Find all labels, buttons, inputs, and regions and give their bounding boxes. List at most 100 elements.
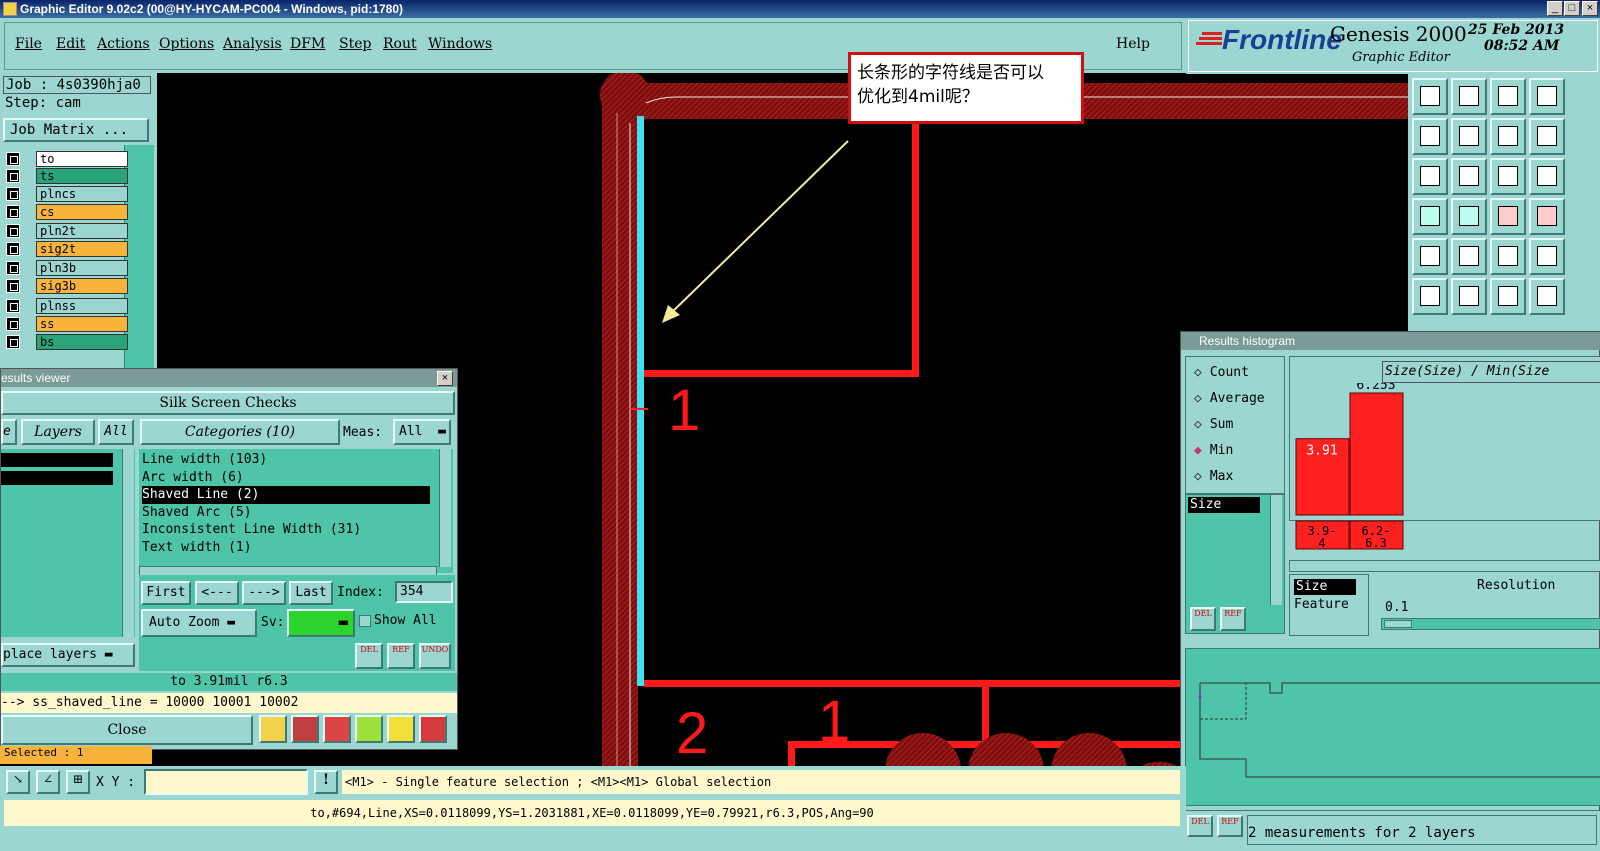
categories-button[interactable]: Categories (10) bbox=[140, 419, 340, 445]
categories-scrollbar[interactable] bbox=[439, 449, 451, 567]
maximize-button[interactable]: □ bbox=[1564, 1, 1580, 16]
hist-del-button[interactable]: DEL bbox=[1190, 607, 1216, 631]
resolution-slider[interactable] bbox=[1381, 618, 1600, 630]
toolbar-tool-icon[interactable] bbox=[1490, 198, 1526, 235]
hist-ref-button[interactable]: REF bbox=[1220, 607, 1246, 631]
auto-zoom-label: Auto Zoom bbox=[149, 615, 220, 630]
aggregate-option-sum[interactable]: Sum bbox=[1194, 415, 1284, 435]
aggregate-option-count[interactable]: Count bbox=[1194, 363, 1284, 383]
toolbar-tool-icon[interactable] bbox=[1490, 118, 1526, 155]
check-name-header: Silk Screen Checks bbox=[1, 391, 455, 415]
layer-results-list[interactable] bbox=[1, 449, 135, 637]
index-input[interactable]: 354 bbox=[395, 581, 453, 603]
report-icon[interactable] bbox=[259, 715, 287, 743]
category-item[interactable]: Arc width (6) bbox=[142, 469, 430, 487]
menu-actions[interactable]: Actions bbox=[97, 36, 150, 52]
category-item[interactable]: Shaved Arc (5) bbox=[142, 504, 430, 522]
toolbar-tool-icon[interactable] bbox=[1451, 78, 1487, 115]
menu-file[interactable]: File bbox=[15, 36, 42, 52]
category-item[interactable]: Shaved Line (2) bbox=[142, 486, 430, 504]
menu-edit[interactable]: Edit bbox=[56, 36, 85, 52]
aggregate-option-max[interactable]: Max bbox=[1194, 467, 1284, 487]
category-item[interactable]: Text width (1) bbox=[142, 539, 430, 557]
menu-options[interactable]: Options bbox=[159, 36, 214, 52]
tab-e[interactable]: e bbox=[1, 419, 17, 445]
measure-icon[interactable]: ∠ bbox=[36, 770, 60, 794]
toolbar-tool-icon[interactable] bbox=[1412, 158, 1448, 195]
toolbar-tool-icon[interactable] bbox=[1412, 278, 1448, 315]
menu-rout[interactable]: Rout bbox=[383, 36, 417, 52]
menu-analysis[interactable]: Analysis bbox=[223, 36, 282, 52]
toolbar-tool-icon[interactable] bbox=[1529, 198, 1565, 235]
next-button[interactable]: ---> bbox=[242, 581, 286, 605]
measure-list[interactable]: Size DEL REF bbox=[1185, 494, 1285, 634]
aggregate-option-min[interactable]: Min bbox=[1194, 441, 1284, 461]
tab-layers[interactable]: Layers bbox=[21, 419, 95, 445]
highlight-icon[interactable] bbox=[291, 715, 319, 743]
results-viewer-close-icon[interactable]: × bbox=[437, 371, 453, 386]
undo-button[interactable]: UNDO bbox=[419, 643, 451, 669]
notes-icon[interactable] bbox=[387, 715, 415, 743]
alert-icon[interactable]: ! bbox=[314, 770, 338, 794]
prev-button[interactable]: <--- bbox=[195, 581, 239, 605]
toolbar-tool-icon[interactable] bbox=[1490, 158, 1526, 195]
hint-line: <M1> - Single feature selection ; <M1><M… bbox=[342, 770, 1180, 794]
toolbar-tool-icon[interactable] bbox=[1529, 238, 1565, 275]
toolbar-tool-icon[interactable] bbox=[1490, 238, 1526, 275]
del-button[interactable]: DEL bbox=[355, 643, 383, 669]
last-button[interactable]: Last bbox=[289, 581, 333, 605]
toolbar-tool-icon[interactable] bbox=[1412, 238, 1448, 275]
first-button[interactable]: First bbox=[141, 581, 191, 605]
toolbar-tool-icon[interactable] bbox=[1490, 78, 1526, 115]
toolbar-tool-icon[interactable] bbox=[1529, 118, 1565, 155]
footer-del-button[interactable]: DEL bbox=[1187, 815, 1213, 837]
selected-silk-line[interactable] bbox=[637, 116, 644, 686]
toolbar-tool-icon[interactable] bbox=[1490, 278, 1526, 315]
toolbar-tool-icon[interactable] bbox=[1451, 278, 1487, 315]
menu-step[interactable]: Step bbox=[339, 36, 371, 52]
menu-help[interactable]: Help bbox=[1116, 36, 1150, 52]
toolbar-tool-icon[interactable] bbox=[1412, 78, 1448, 115]
replace-layers-dropdown[interactable]: place layers ▬ bbox=[1, 643, 135, 667]
tab-all[interactable]: All bbox=[98, 419, 134, 445]
show-all-checkbox[interactable] bbox=[359, 615, 371, 627]
grid-snap-icon[interactable]: ⊞ bbox=[66, 770, 90, 794]
compare-icon[interactable] bbox=[355, 715, 383, 743]
toolbar-tool-icon[interactable] bbox=[1529, 78, 1565, 115]
categories-list[interactable]: Line width (103) Arc width (6) Shaved Line… bbox=[139, 449, 453, 573]
snap-icon[interactable]: ↘ bbox=[6, 770, 30, 794]
severity-dropdown[interactable]: ▬ bbox=[287, 609, 355, 637]
meas-dropdown[interactable]: All ▬ bbox=[393, 419, 451, 445]
auto-zoom-dropdown[interactable]: Auto Zoom ▬ bbox=[141, 609, 257, 637]
histogram-hscrollbar[interactable] bbox=[1289, 560, 1600, 572]
category-item[interactable]: Inconsistent Line Width (31) bbox=[142, 521, 430, 539]
menu-dfm[interactable]: DFM bbox=[290, 36, 325, 52]
right-toolbar bbox=[1408, 74, 1600, 332]
measure-list-scrollbar[interactable] bbox=[1270, 495, 1282, 605]
footer-ref-button[interactable]: REF bbox=[1217, 815, 1243, 837]
toolbar-tool-icon[interactable] bbox=[1451, 158, 1487, 195]
histogram-bar[interactable] bbox=[1349, 392, 1404, 516]
toolbar-tool-icon[interactable] bbox=[1412, 118, 1448, 155]
resolution-list[interactable]: Size Feature bbox=[1289, 574, 1369, 636]
toolbar-tool-icon[interactable] bbox=[1451, 198, 1487, 235]
toolbar-tool-icon[interactable] bbox=[1412, 198, 1448, 235]
aggregate-option-average[interactable]: Average bbox=[1194, 389, 1284, 409]
histogram-icon[interactable] bbox=[419, 715, 447, 743]
no-ref-icon[interactable] bbox=[323, 715, 351, 743]
left-list-scrollbar[interactable] bbox=[122, 449, 134, 637]
close-button[interactable]: Close bbox=[1, 715, 253, 745]
toolbar-tool-icon[interactable] bbox=[1451, 238, 1487, 275]
ref-button[interactable]: REF bbox=[387, 643, 415, 669]
res-item-feature[interactable]: Feature bbox=[1294, 597, 1364, 612]
category-item[interactable]: Line width (103) bbox=[142, 451, 430, 469]
toolbar-tool-icon[interactable] bbox=[1451, 118, 1487, 155]
res-item-size[interactable]: Size bbox=[1294, 579, 1356, 595]
xy-input[interactable] bbox=[144, 769, 308, 795]
toolbar-tool-icon[interactable] bbox=[1529, 158, 1565, 195]
measure-list-item[interactable]: Size bbox=[1188, 497, 1260, 513]
menu-windows[interactable]: Windows bbox=[428, 36, 492, 52]
toolbar-tool-icon[interactable] bbox=[1529, 278, 1565, 315]
close-window-button[interactable]: × bbox=[1582, 1, 1598, 16]
minimize-button[interactable]: _ bbox=[1547, 1, 1563, 16]
